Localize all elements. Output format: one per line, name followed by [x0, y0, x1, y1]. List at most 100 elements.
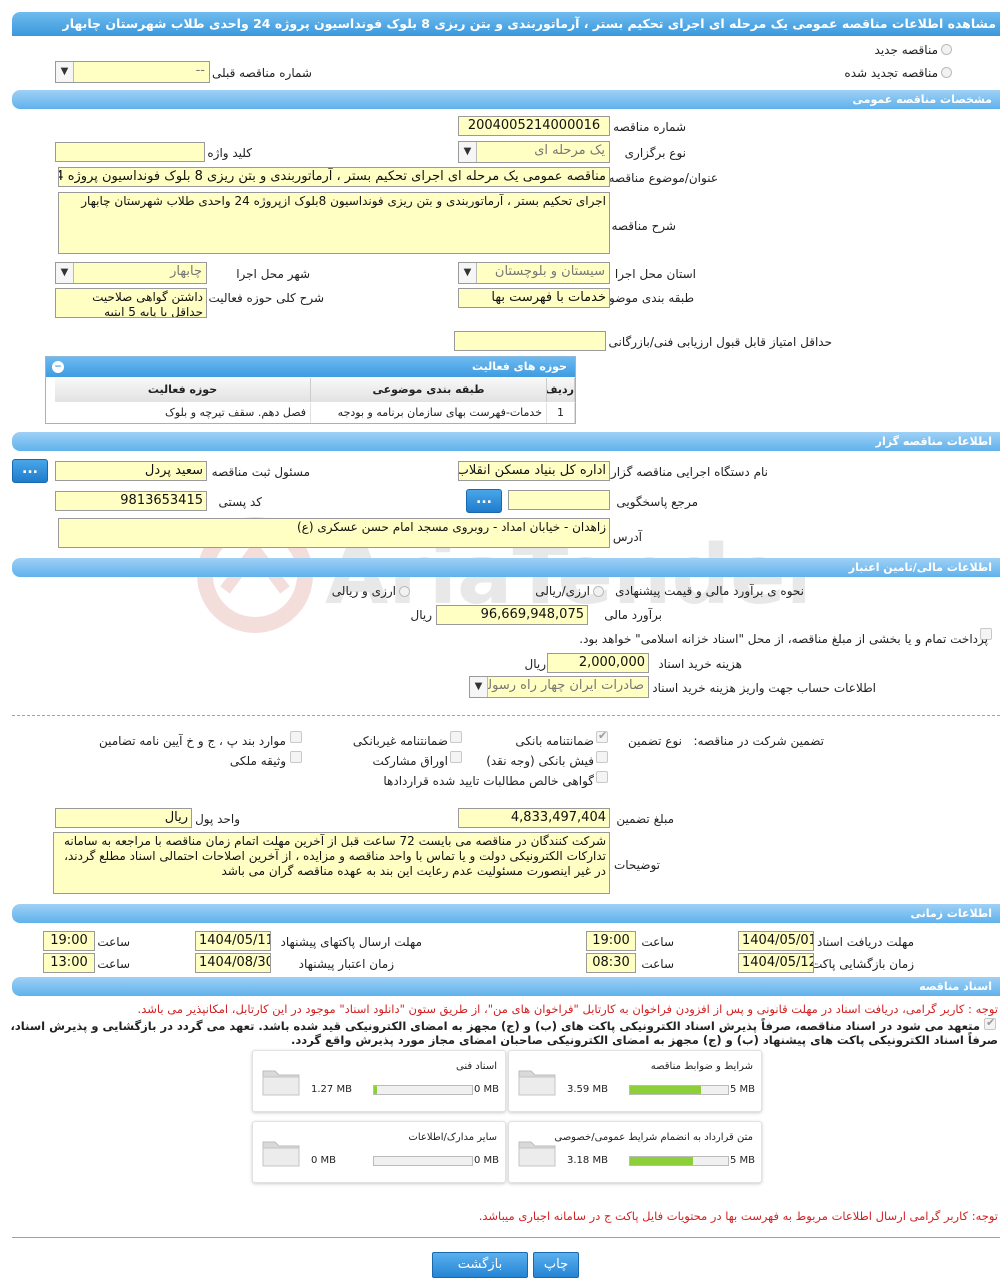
postal-code-label: کد پستی	[218, 495, 263, 509]
notes-label: توضیحات	[613, 858, 660, 872]
max-size: 5 MB	[729, 1155, 755, 1166]
organizer-section-header: اطلاعات مناقصه گزار	[12, 432, 1000, 451]
estimate-label: برآورد مالی	[604, 608, 662, 622]
province-select[interactable]: سیستان و بلوچستان ▼	[458, 262, 610, 284]
col-category: طبقه بندی موضوعی	[311, 378, 547, 402]
receive-time-field: 19:00	[586, 931, 636, 951]
general-section-header: مشخصات مناقصه عمومی	[12, 90, 1000, 109]
col-field: حوزه فعالیت	[55, 378, 311, 402]
address-field: زاهدان - خیابان امداد - روبروی مسجد امام…	[58, 518, 610, 548]
current-size: 3.59 MB	[567, 1084, 608, 1095]
activity-grid-header: حوزه های فعالیت −	[46, 357, 575, 377]
estimate-field: 96,669,948,075	[436, 605, 588, 625]
officer-label: مسئول ثبت مناقصه	[211, 465, 310, 479]
holding-type-select[interactable]: یک مرحله ای ▼	[458, 141, 610, 163]
col-row: ردیف	[545, 378, 575, 402]
doc-cost-label: هزینه خرید اسناد	[658, 657, 742, 671]
current-size: 0 MB	[311, 1155, 337, 1166]
document-tile[interactable]: شرایط و ضوابط مناقصه 5 MB 3.59 MB	[508, 1050, 762, 1112]
size-progress-bar	[373, 1085, 473, 1095]
bank-guarantee-checkbox[interactable]	[596, 729, 608, 743]
guarantee-amount-label: مبلغ تضمین	[616, 812, 674, 826]
validity-label: زمان اعتبار پیشنهاد	[298, 957, 394, 971]
description-field: اجرای تحکیم بستر ، آرماتوربندی و بتن ریز…	[58, 192, 610, 254]
current-size: 1.27 MB	[311, 1084, 352, 1095]
document-tile[interactable]: اسناد فنی 50 MB 1.27 MB	[252, 1050, 506, 1112]
cash-guarantee-checkbox[interactable]	[596, 751, 608, 763]
method-opt1-label: ارزی/ریالی	[535, 584, 590, 598]
currency-unit-label: واحد پول	[195, 812, 240, 826]
chevron-down-icon: ▼	[56, 263, 74, 283]
docs-note: توجه : کاربر گرامی، دریافت اسناد در مهلت…	[137, 1002, 998, 1016]
max-size: 5 MB	[729, 1084, 755, 1095]
postal-code-field: 9813653415	[55, 491, 207, 511]
city-select[interactable]: چابهار ▼	[55, 262, 207, 284]
reference-field[interactable]	[508, 490, 610, 510]
chevron-down-icon: ▼	[470, 677, 488, 697]
bonds-guarantee-checkbox[interactable]	[450, 751, 462, 763]
doc-cost-field: 2,000,000	[547, 653, 649, 673]
validity-time-field: 13:00	[43, 953, 95, 973]
collapse-icon[interactable]: −	[52, 361, 64, 373]
document-name: متن قرارداد به انضمام شرایط عمومی/خصوصی	[554, 1132, 753, 1143]
reference-lookup-button[interactable]: ...	[466, 489, 502, 513]
renewed-tender-label: مناقصه تجدید شده	[844, 66, 938, 80]
currency-unit-field: ریال	[55, 808, 192, 828]
size-progress-fill	[630, 1157, 693, 1165]
open-hour-label: ساعت	[641, 957, 674, 971]
receive-deadline-label: مهلت دریافت اسناد	[816, 935, 914, 949]
estimate-method-label: نحوه ی برآورد مالی و قیمت پیشنهادی	[615, 584, 804, 598]
commit-text-1: متعهد می شود در اسناد مناقصه، صرفاً پذیر…	[10, 1019, 980, 1033]
timing-section-header: اطلاعات زمانی	[12, 904, 1000, 923]
table-row-number: 1	[547, 403, 575, 423]
method-opt1-radio[interactable]	[593, 586, 604, 597]
account-select[interactable]: صادرات ایران چهار راه رسولو ▼	[469, 676, 649, 698]
prev-number-value: --	[195, 63, 205, 78]
send-time-label: ساعت	[97, 935, 130, 949]
property-guarantee-label: وثیقه ملکی	[229, 754, 286, 768]
claims-guarantee-checkbox[interactable]	[596, 771, 608, 783]
chevron-down-icon: ▼	[459, 263, 477, 283]
document-tile[interactable]: سایر مدارک/اطلاعات 50 MB 0 MB	[252, 1121, 506, 1183]
docs-section-header: اسناد مناقصه	[12, 977, 1000, 996]
guarantee-label: تضمین شرکت در مناقصه:	[693, 734, 824, 748]
officer-lookup-button[interactable]: ...	[12, 459, 48, 483]
finance-section-header: اطلاعات مالی/تامین اعتبار	[12, 558, 1000, 577]
holding-type-label: نوع برگزاری	[624, 146, 686, 160]
send-deadline-label: مهلت ارسال پاکتهای پیشنهاد	[280, 935, 422, 949]
treasury-note: پرداخت تمام و یا بخشی از مبلغ مناقصه، از…	[579, 632, 988, 646]
nonbank-guarantee-checkbox[interactable]	[450, 731, 462, 743]
org-label: نام دستگاه اجرایی مناقصه گزار	[610, 465, 768, 479]
reference-label: مرجع پاسخگویی	[616, 495, 698, 509]
folder-icon	[518, 1141, 556, 1167]
prev-number-select[interactable]: -- ▼	[55, 61, 210, 83]
items-guarantee-checkbox[interactable]	[290, 731, 302, 743]
folder-icon	[262, 1141, 300, 1167]
print-button[interactable]: چاپ	[533, 1252, 579, 1278]
account-label: اطلاعات حساب جهت واریز هزینه خرید اسناد	[652, 681, 876, 695]
property-guarantee-checkbox[interactable]	[290, 751, 302, 763]
document-name: شرایط و ضوابط مناقصه	[650, 1061, 753, 1072]
new-tender-radio[interactable]	[941, 44, 952, 55]
back-button[interactable]: بازگشت	[432, 1252, 528, 1278]
validity-date-field: 1404/08/30	[195, 953, 271, 973]
commit-checkbox[interactable]	[984, 1016, 996, 1030]
size-progress-bar	[629, 1085, 729, 1095]
folder-icon	[518, 1070, 556, 1096]
bank-guarantee-label: ضمانتنامه بانکی	[515, 734, 594, 748]
min-score-label: حداقل امتیاز قابل قبول ارزیابی فنی/بازرگ…	[608, 335, 832, 349]
keyword-field[interactable]	[55, 142, 205, 162]
receive-time-label: ساعت	[641, 935, 674, 949]
size-progress-bar	[629, 1156, 729, 1166]
current-size: 3.18 MB	[567, 1155, 608, 1166]
description-label: شرح مناقصه	[611, 219, 676, 233]
bonds-guarantee-label: اوراق مشارکت	[372, 754, 448, 768]
renewed-tender-radio[interactable]	[941, 67, 952, 78]
claims-guarantee-label: گواهی خالص مطالبات تایید شده قراردادها	[383, 774, 594, 788]
divider	[12, 1237, 1000, 1238]
method-opt2-radio[interactable]	[399, 586, 410, 597]
table-row-category: خدمات-فهرست بهای سازمان برنامه و بودجه	[311, 403, 547, 423]
chevron-down-icon: ▼	[459, 142, 477, 162]
document-tile[interactable]: متن قرارداد به انضمام شرایط عمومی/خصوصی 5…	[508, 1121, 762, 1183]
province-label: استان محل اجرا	[614, 267, 696, 281]
